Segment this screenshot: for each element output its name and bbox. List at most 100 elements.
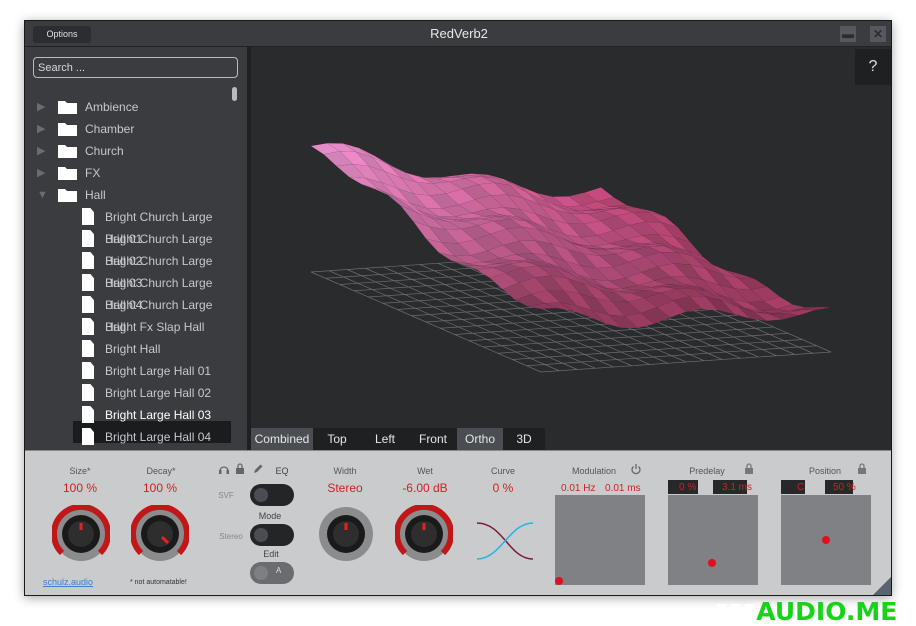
curve-display[interactable] bbox=[475, 519, 535, 563]
preset-row[interactable]: Bright Large Hall 02 bbox=[25, 382, 235, 404]
width-label: Width bbox=[333, 466, 357, 476]
file-icon bbox=[82, 362, 94, 379]
preset-label: Bright Large Hall 01 bbox=[105, 364, 212, 378]
decay-knob[interactable] bbox=[131, 505, 189, 563]
preset-row[interactable]: Bright Large Hall 04 bbox=[25, 426, 235, 448]
preset-row[interactable]: Bright Fx Slap Hall bbox=[25, 316, 235, 338]
minimize-button[interactable]: ▬ bbox=[840, 26, 856, 42]
size-value: 100 % bbox=[62, 481, 98, 495]
position-value-a: C bbox=[797, 482, 805, 493]
modulation-pad[interactable] bbox=[555, 495, 645, 585]
folder-row[interactable]: ▶ FX bbox=[25, 162, 245, 184]
folder-row[interactable]: ▼ Hall bbox=[25, 184, 245, 206]
search-input[interactable] bbox=[33, 57, 238, 78]
folder-icon bbox=[58, 189, 77, 202]
mode-label: Mode bbox=[258, 511, 282, 521]
control-panel: Size* 100 % schulz.audio Decay* 100 % * … bbox=[25, 450, 892, 596]
svf-toggle[interactable] bbox=[250, 484, 294, 506]
preset-row[interactable]: Bright Large Hall 03 bbox=[25, 404, 235, 426]
wet-label: Wet bbox=[417, 466, 433, 476]
file-icon bbox=[82, 252, 94, 269]
curve-value: 0 % bbox=[492, 481, 514, 495]
headphones-icon[interactable] bbox=[218, 463, 230, 475]
tab-left[interactable]: Left bbox=[361, 428, 409, 450]
preset-browser: ▶ Ambience ▶ Chamber ▶ Church ▶ FX ▼ Hall Bright C… bbox=[25, 47, 247, 450]
position-lock-icon[interactable] bbox=[857, 463, 867, 475]
watermark: ▮▮▮AUDIO.ME bbox=[715, 597, 898, 626]
close-button[interactable]: ✕ bbox=[870, 26, 886, 42]
preset-row[interactable]: Bright Church Large Hall 03 bbox=[25, 250, 235, 290]
expand-right-icon[interactable]: ▶ bbox=[37, 140, 49, 162]
wet-knob[interactable] bbox=[395, 505, 453, 563]
pencil-icon[interactable] bbox=[252, 463, 264, 475]
preset-label: Bright Large Hall 02 bbox=[105, 386, 212, 400]
folder-label: FX bbox=[85, 166, 101, 180]
window-title: RedVerb2 bbox=[430, 26, 488, 41]
width-knob[interactable] bbox=[317, 505, 375, 563]
edit-toggle[interactable]: A bbox=[250, 562, 294, 584]
preset-row[interactable]: Bright Church Large Hall bbox=[25, 294, 235, 334]
tab-ortho[interactable]: Ortho bbox=[457, 428, 503, 450]
folder-icon bbox=[58, 123, 77, 136]
position-label: Position bbox=[808, 466, 842, 476]
decay-label: Decay* bbox=[146, 466, 176, 476]
expand-down-icon[interactable]: ▼ bbox=[37, 184, 49, 206]
modulation-rate: 0.01 Hz bbox=[561, 483, 596, 494]
predelay-label: Predelay bbox=[689, 466, 725, 476]
preset-row[interactable]: Bright Church Large Hall 02 bbox=[25, 228, 235, 268]
predelay-handle[interactable] bbox=[708, 559, 716, 567]
position-value-b: 50 % bbox=[833, 482, 856, 493]
predelay-pad[interactable] bbox=[668, 495, 758, 585]
position-pad[interactable] bbox=[781, 495, 871, 585]
expand-right-icon[interactable]: ▶ bbox=[37, 118, 49, 140]
preset-row[interactable]: Bright Hall bbox=[25, 338, 235, 360]
tab-top[interactable]: Top bbox=[313, 428, 361, 450]
preset-row[interactable]: Bright Large Hall 01 bbox=[25, 360, 235, 382]
eq-label: EQ bbox=[275, 466, 289, 476]
folder-row[interactable]: ▶ Chamber bbox=[25, 118, 245, 140]
plugin-window: RedVerb2 Options ▬ ✕ ▶ Ambience ▶ Chamber ▶ C… bbox=[24, 20, 892, 596]
lock-icon[interactable] bbox=[235, 463, 245, 475]
preset-row[interactable]: Bright Church Large Hall 01 bbox=[25, 206, 235, 246]
options-button[interactable]: Options bbox=[33, 26, 91, 43]
predelay-value-b: 3.1 ms bbox=[722, 482, 753, 493]
reverb-3d-view[interactable]: ? bbox=[251, 47, 891, 450]
tab-combined[interactable]: Combined bbox=[251, 428, 313, 450]
folder-label: Church bbox=[85, 144, 124, 158]
modulation-handle[interactable] bbox=[555, 577, 563, 585]
wet-value: -6.00 dB bbox=[402, 481, 448, 495]
tab-front[interactable]: Front bbox=[409, 428, 457, 450]
expand-right-icon[interactable]: ▶ bbox=[37, 96, 49, 118]
width-value: Stereo bbox=[327, 481, 363, 495]
stereo-label: Stereo bbox=[219, 532, 243, 541]
size-knob[interactable] bbox=[52, 505, 110, 563]
edit-value: A bbox=[276, 566, 282, 575]
position-handle[interactable] bbox=[822, 536, 830, 544]
decay-value: 100 % bbox=[142, 481, 178, 495]
folder-icon bbox=[58, 145, 77, 158]
title-bar: RedVerb2 Options ▬ ✕ bbox=[25, 21, 891, 47]
schulz-audio-link[interactable]: schulz.audio bbox=[43, 577, 93, 587]
expand-right-icon[interactable]: ▶ bbox=[37, 162, 49, 184]
folder-icon bbox=[58, 101, 77, 114]
folder-row[interactable]: ▶ Ambience bbox=[25, 96, 245, 118]
file-icon bbox=[82, 428, 94, 445]
file-icon bbox=[82, 208, 94, 225]
power-icon[interactable] bbox=[630, 463, 642, 475]
folder-label: Hall bbox=[85, 188, 106, 202]
folder-row[interactable]: ▶ Church bbox=[25, 140, 245, 162]
help-button[interactable]: ? bbox=[855, 49, 891, 85]
folder-label: Ambience bbox=[85, 100, 139, 114]
file-icon bbox=[82, 384, 94, 401]
preset-row[interactable]: Bright Church Large Hall 04 bbox=[25, 272, 235, 312]
file-icon bbox=[82, 406, 94, 423]
predelay-value-a: 0 % bbox=[679, 482, 697, 493]
resize-handle[interactable] bbox=[871, 575, 892, 596]
file-icon bbox=[82, 296, 94, 313]
automation-footnote: * not automatable! bbox=[130, 579, 187, 586]
tab-3d[interactable]: 3D bbox=[503, 428, 545, 450]
preset-label: Bright Hall bbox=[105, 342, 161, 356]
svf-label: SVF bbox=[218, 491, 234, 500]
mode-toggle[interactable] bbox=[250, 524, 294, 546]
predelay-lock-icon[interactable] bbox=[744, 463, 754, 475]
